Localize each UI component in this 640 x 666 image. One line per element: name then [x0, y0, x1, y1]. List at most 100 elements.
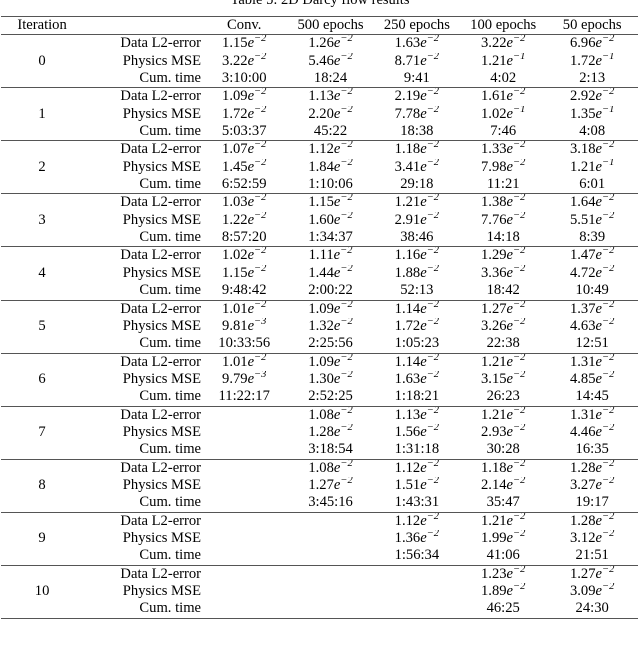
results-table-body: Iteration Conv. 500 epochs 250 epochs 100 ep…: [1, 16, 638, 619]
table-row: Physics MSE 1.27e−2 1.51e−2 2.14e−2 3.27e−2: [1, 477, 638, 494]
table-row: Physics MSE 9.81e−3 1.32e−2 1.72e−2 3.26e−2 4…: [1, 318, 638, 335]
table-row: Physics MSE 1.45e−2 1.84e−2 3.41e−2 7.98e−2 1…: [1, 159, 638, 176]
cell-physics-mse-col1: [201, 424, 287, 441]
metric-label: Physics MSE: [122, 211, 202, 228]
iteration-label: 2: [38, 158, 46, 175]
cell-physics-mse-col1: [201, 583, 287, 600]
cell-data-l2-error-col3: 1.14e−2: [394, 353, 440, 370]
metric-label: Cum. time: [139, 282, 202, 299]
cell-physics-mse-col5: 3.12e−2: [569, 529, 615, 546]
metric-label: Physics MSE: [122, 423, 202, 440]
cell-data-l2-error-col5: 1.27e−2: [569, 565, 615, 582]
iteration-label: 0: [38, 52, 46, 69]
cell-cum-time-col3: [373, 600, 461, 619]
cell-cum-time-col2: [287, 547, 373, 565]
cell-physics-mse-col2: 2.20e−2: [308, 105, 353, 122]
cell-cum-time-col2: 3:18:54: [308, 441, 353, 458]
cell-cum-time-col4: 35:47: [486, 494, 520, 511]
cell-physics-mse-col3: 8.71e−2: [394, 52, 440, 69]
cell-data-l2-error-col1: 1.01e−2: [222, 300, 267, 317]
cell-cum-time-col3: 29:18: [400, 176, 434, 193]
table-caption: Table 5: 2D Darcy flow results: [230, 0, 410, 8]
cell-cum-time-col1: [201, 494, 287, 512]
cell-data-l2-error-col1: 1.15e−2: [222, 34, 267, 52]
cell-data-l2-error-col3: 1.12e−2: [394, 459, 440, 476]
cell-cum-time-col1: [201, 441, 287, 459]
metric-label: Data L2-error: [120, 88, 202, 105]
table-row: 7 Data L2-error 1.08e−2 1.13e−2 1.21e−2 1.31e…: [1, 406, 638, 440]
table-row: 9 Data L2-error 1.12e−2 1.21e−2 1.28e−2: [1, 512, 638, 546]
cell-physics-mse-col3: 3.41e−2: [394, 158, 440, 175]
table-row: Cum. time 9:48:42 2:00:22 52:13 18:42 10:49: [1, 282, 638, 300]
cell-cum-time-col4: 41:06: [486, 547, 520, 564]
cell-physics-mse-col1: 1.22e−2: [222, 211, 267, 228]
metric-label: Cum. time: [83, 600, 202, 619]
metric-label: Data L2-error: [120, 406, 202, 423]
table-row: 5 Data L2-error 1.01e−2 1.09e−2 1.14e−2 1.27e…: [1, 300, 638, 334]
cell-physics-mse-col4: 1.02e−1: [481, 105, 526, 122]
metric-label: Physics MSE: [122, 105, 202, 122]
metric-label: Physics MSE: [122, 529, 202, 546]
cell-cum-time-col5: 4:08: [579, 123, 606, 140]
header-column-3: 250 epochs: [383, 17, 450, 33]
metric-label: Cum. time: [139, 441, 202, 458]
cell-physics-mse-col3: 7.78e−2: [394, 105, 440, 122]
cell-cum-time-col4: 46:25: [460, 600, 547, 619]
metric-label: Data L2-error: [120, 141, 202, 158]
cell-cum-time-col5: 12:51: [575, 335, 609, 352]
cell-physics-mse-col5: 4.85e−2: [569, 370, 615, 387]
cell-cum-time-col4: 26:23: [486, 388, 520, 405]
cell-cum-time-col2: 3:45:16: [308, 494, 353, 511]
metric-label: Physics MSE: [122, 264, 202, 281]
cell-data-l2-error-col5: 1.37e−2: [569, 300, 615, 317]
table-row: Physics MSE 1.28e−2 1.56e−2 2.93e−2 4.46e−2: [1, 424, 638, 441]
header-column-4: 100 epochs: [470, 17, 537, 33]
metric-label: Physics MSE: [122, 52, 202, 69]
cell-data-l2-error-col1: [201, 565, 287, 583]
cell-physics-mse-col2: [287, 530, 373, 547]
cell-cum-time-col3: 38:46: [400, 229, 434, 246]
cell-cum-time-col2: 2:00:22: [308, 282, 353, 299]
metric-label: Data L2-error: [120, 353, 202, 370]
table-row: Cum. time 8:57:20 1:34:37 38:46 14:18 8:39: [1, 229, 638, 247]
cell-data-l2-error-col3: 1.12e−2: [394, 512, 440, 529]
iteration-label: 9: [38, 529, 46, 546]
cell-cum-time-col1: 8:57:20: [221, 229, 267, 246]
table-row: Physics MSE 1.15e−2 1.44e−2 1.88e−2 3.36e−2 4…: [1, 265, 638, 282]
cell-cum-time-col4: 7:46: [490, 123, 517, 140]
cell-data-l2-error-col5: 6.96e−2: [569, 34, 615, 52]
table-row: 3 Data L2-error 1.03e−2 1.15e−2 1.21e−2 1.38e…: [1, 193, 638, 228]
cell-cum-time-col5: 19:17: [575, 494, 609, 511]
metric-label: Cum. time: [139, 176, 202, 193]
cell-cum-time-col3: 1:56:34: [394, 547, 440, 564]
cell-data-l2-error-col2: 1.11e−2: [308, 246, 353, 264]
cell-cum-time-col5: 14:45: [575, 388, 609, 405]
metric-label: Data L2-error: [120, 35, 202, 52]
cell-data-l2-error-col3: 2.19e−2: [394, 87, 440, 105]
table-row: Physics MSE 1.22e−2 1.60e−2 2.91e−2 7.76e−2 5…: [1, 212, 638, 229]
cell-cum-time-col3: 1:18:21: [394, 388, 440, 405]
metric-label: Data L2-error: [120, 300, 202, 317]
cell-data-l2-error-col4: 1.21e−2: [481, 512, 526, 529]
table-row: Cum. time 10:33:56 2:25:56 1:05:23 22:38 12:5…: [1, 335, 638, 353]
cell-physics-mse-col5: 1.35e−1: [569, 105, 615, 122]
cell-physics-mse-col3: 1.36e−2: [394, 529, 440, 546]
table-row: Cum. time 3:45:16 1:43:31 35:47 19:17: [1, 494, 638, 512]
table-row: 6 Data L2-error 1.01e−2 1.09e−2 1.14e−2 1.21e…: [1, 353, 638, 387]
cell-data-l2-error-col3: 1.18e−2: [394, 140, 440, 158]
table-row: 1 Data L2-error 1.09e−2 1.13e−2 2.19e−2 1.61e…: [1, 87, 638, 122]
metric-label: Physics MSE: [122, 158, 202, 175]
cell-data-l2-error-col2: [287, 512, 373, 530]
cell-data-l2-error-col3: 1.13e−2: [394, 406, 440, 423]
cell-physics-mse-col4: 3.36e−2: [481, 264, 526, 281]
header-column-5: 50 epochs: [562, 17, 622, 33]
cell-data-l2-error-col3: 1.21e−2: [394, 193, 440, 211]
table-row: Cum. time 5:03:37 45:22 18:38 7:46 4:08: [1, 123, 638, 141]
cell-cum-time-col5: 10:49: [575, 282, 609, 299]
metric-label: Physics MSE: [122, 476, 202, 493]
iteration-label: 4: [38, 264, 46, 281]
cell-data-l2-error-col1: 1.02e−2: [222, 246, 267, 264]
cell-physics-mse-col2: 1.28e−2: [308, 423, 353, 440]
cell-cum-time-col5: 16:35: [575, 441, 609, 458]
cell-cum-time-col5: 6:01: [579, 176, 606, 193]
